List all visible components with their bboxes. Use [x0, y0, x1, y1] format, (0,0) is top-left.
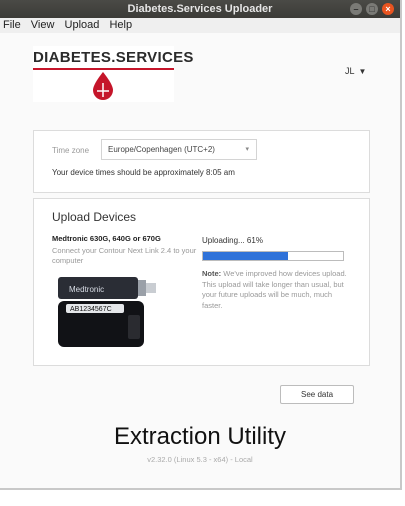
main-content: DIABETES.SERVICES JL ▼ Time zone Europe/C…: [0, 33, 400, 488]
upload-progress-bar: [202, 251, 344, 261]
logo-underline: [33, 68, 174, 70]
menu-bar: File View Upload Help: [0, 18, 400, 33]
upload-devices-title: Upload Devices: [52, 210, 137, 224]
note-label: Note:: [202, 269, 222, 278]
app-window: Diabetes.Services Uploader – □ × File Vi…: [0, 0, 402, 490]
device-brand-label: Medtronic: [69, 285, 104, 294]
menu-help[interactable]: Help: [109, 19, 132, 31]
device-instructions: Connect your Contour Next Link 2.4 to yo…: [52, 246, 197, 265]
maximize-button[interactable]: □: [366, 3, 378, 15]
upload-devices-card: Upload Devices Medtronic 630G, 640G or 6…: [33, 198, 370, 366]
upload-progress-fill: [203, 252, 289, 260]
timezone-label: Time zone: [52, 146, 90, 155]
menu-view[interactable]: View: [31, 19, 55, 31]
timezone-message: Your device times should be approximatel…: [52, 168, 235, 177]
note-text: We've improved how devices upload. This …: [202, 269, 347, 310]
device-name: Medtronic 630G, 640G or 670G: [52, 234, 161, 243]
brand-logo: DIABETES.SERVICES: [33, 46, 194, 102]
menu-file[interactable]: File: [3, 19, 21, 31]
caret-down-icon: ▼: [358, 67, 367, 76]
logo-text: DIABETES.SERVICES: [33, 49, 194, 66]
minimize-button[interactable]: –: [350, 3, 362, 15]
overlay-caption: Extraction Utility: [113, 423, 287, 450]
device-serial-label: AB1234567C: [70, 306, 112, 313]
timezone-select[interactable]: Europe/Copenhagen (UTC+2) ▾: [101, 139, 257, 160]
user-initials: JL: [345, 66, 355, 76]
title-bar: Diabetes.Services Uploader – □ ×: [0, 0, 400, 18]
upload-status: Uploading... 61%: [202, 236, 263, 245]
timezone-value: Europe/Copenhagen (UTC+2): [108, 145, 215, 154]
user-menu[interactable]: JL ▼: [345, 66, 366, 76]
close-button[interactable]: ×: [382, 3, 394, 15]
see-data-button[interactable]: See data: [280, 385, 354, 404]
version-label: v2.32.0 (Linux 5.3 - x64) - Local: [147, 455, 253, 464]
window-title: Diabetes.Services Uploader: [127, 3, 273, 15]
chevron-down-icon: ▾: [245, 146, 249, 153]
medtronic-device-image: Medtronic AB1234567C: [52, 271, 172, 351]
upload-note: Note: We've improved how devices upload.…: [202, 269, 347, 311]
window-controls: – □ ×: [350, 3, 394, 15]
blood-drop-icon: [93, 72, 113, 100]
menu-upload[interactable]: Upload: [65, 19, 100, 31]
timezone-card: Time zone Europe/Copenhagen (UTC+2) ▾ Yo…: [33, 130, 370, 193]
